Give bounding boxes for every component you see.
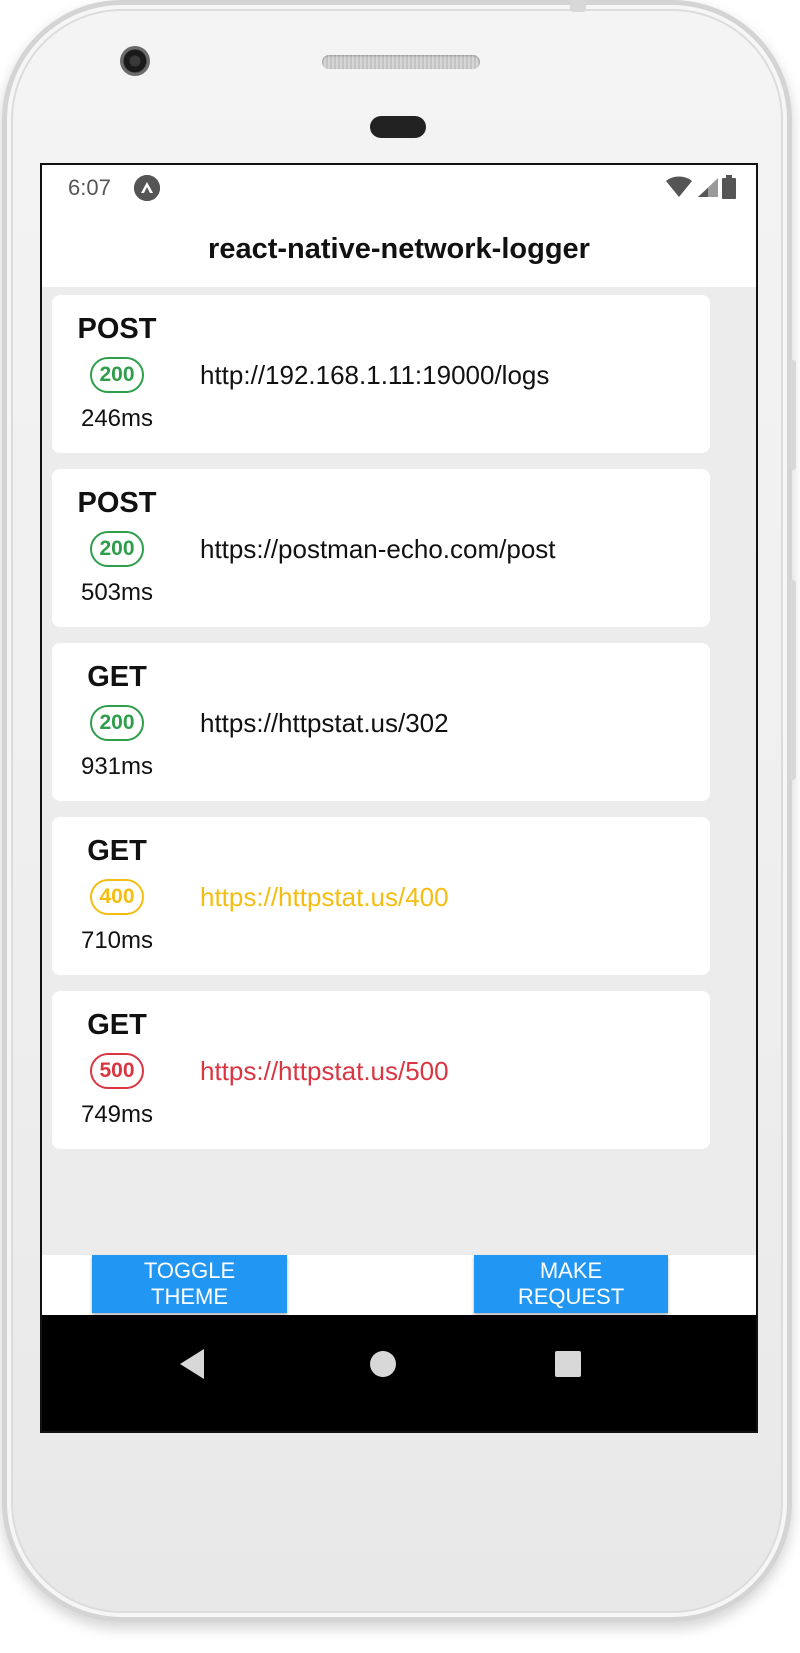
page-title: react-native-network-logger [42,213,756,285]
action-bar: TOGGLE THEME MAKE REQUEST [42,1255,756,1315]
request-card[interactable]: POST 200 246ms http://192.168.1.11:19000/lo… [52,295,710,453]
request-duration: 503ms [80,579,154,606]
status-badge: 200 [90,705,144,741]
request-card[interactable]: GET 500 749ms https://httpstat.us/500 [52,991,710,1149]
android-nav-bar [42,1315,756,1431]
request-card[interactable]: GET 200 931ms https://httpstat.us/302 [52,643,710,801]
expo-app-icon [134,175,160,201]
back-icon[interactable] [180,1349,204,1379]
request-method: GET [87,835,147,867]
volume-button [790,580,796,780]
status-badge: 500 [90,1053,144,1089]
status-badge: 200 [90,531,144,567]
request-summary: POST 200 246ms [52,295,182,453]
status-icons [666,175,736,199]
request-url: https://postman-echo.com/post [200,534,556,564]
request-summary: GET 400 710ms [52,817,182,975]
request-duration: 246ms [80,405,154,432]
toggle-theme-button[interactable]: TOGGLE THEME [92,1255,287,1313]
request-summary: GET 500 749ms [52,991,182,1149]
status-badge: 400 [90,879,144,915]
top-button [570,0,586,12]
screen: 6:07 react-native-network-logger POST 200… [40,163,758,1433]
request-method: GET [87,1009,147,1041]
request-list[interactable]: POST 200 246ms http://192.168.1.11:19000/lo… [42,287,756,1255]
earpiece-speaker [322,55,480,69]
home-icon[interactable] [370,1351,396,1377]
request-card[interactable]: POST 200 503ms https://postman-echo.com/pos… [52,469,710,627]
phone-frame: 6:07 react-native-network-logger POST 200… [2,0,796,1622]
wifi-icon [666,176,692,197]
request-duration: 931ms [80,753,154,780]
recents-icon[interactable] [555,1351,581,1377]
request-method: POST [77,487,157,519]
request-duration: 710ms [80,927,154,954]
signal-icon [698,178,718,197]
front-camera [120,46,150,76]
status-badge: 200 [90,357,144,393]
power-button [790,360,796,470]
request-url: https://httpstat.us/302 [200,708,449,738]
make-request-button[interactable]: MAKE REQUEST [474,1255,668,1313]
request-url: https://httpstat.us/500 [200,1056,449,1086]
request-duration: 749ms [80,1101,154,1128]
request-summary: GET 200 931ms [52,643,182,801]
request-url: http://192.168.1.11:19000/logs [200,360,550,390]
request-url: https://httpstat.us/400 [200,882,449,912]
request-summary: POST 200 503ms [52,469,182,627]
request-card[interactable]: GET 400 710ms https://httpstat.us/400 [52,817,710,975]
proximity-sensor [370,116,426,138]
battery-icon [722,175,736,199]
request-method: GET [87,661,147,693]
status-time: 6:07 [68,175,111,200]
request-method: POST [77,313,157,345]
status-bar: 6:07 [42,165,756,213]
